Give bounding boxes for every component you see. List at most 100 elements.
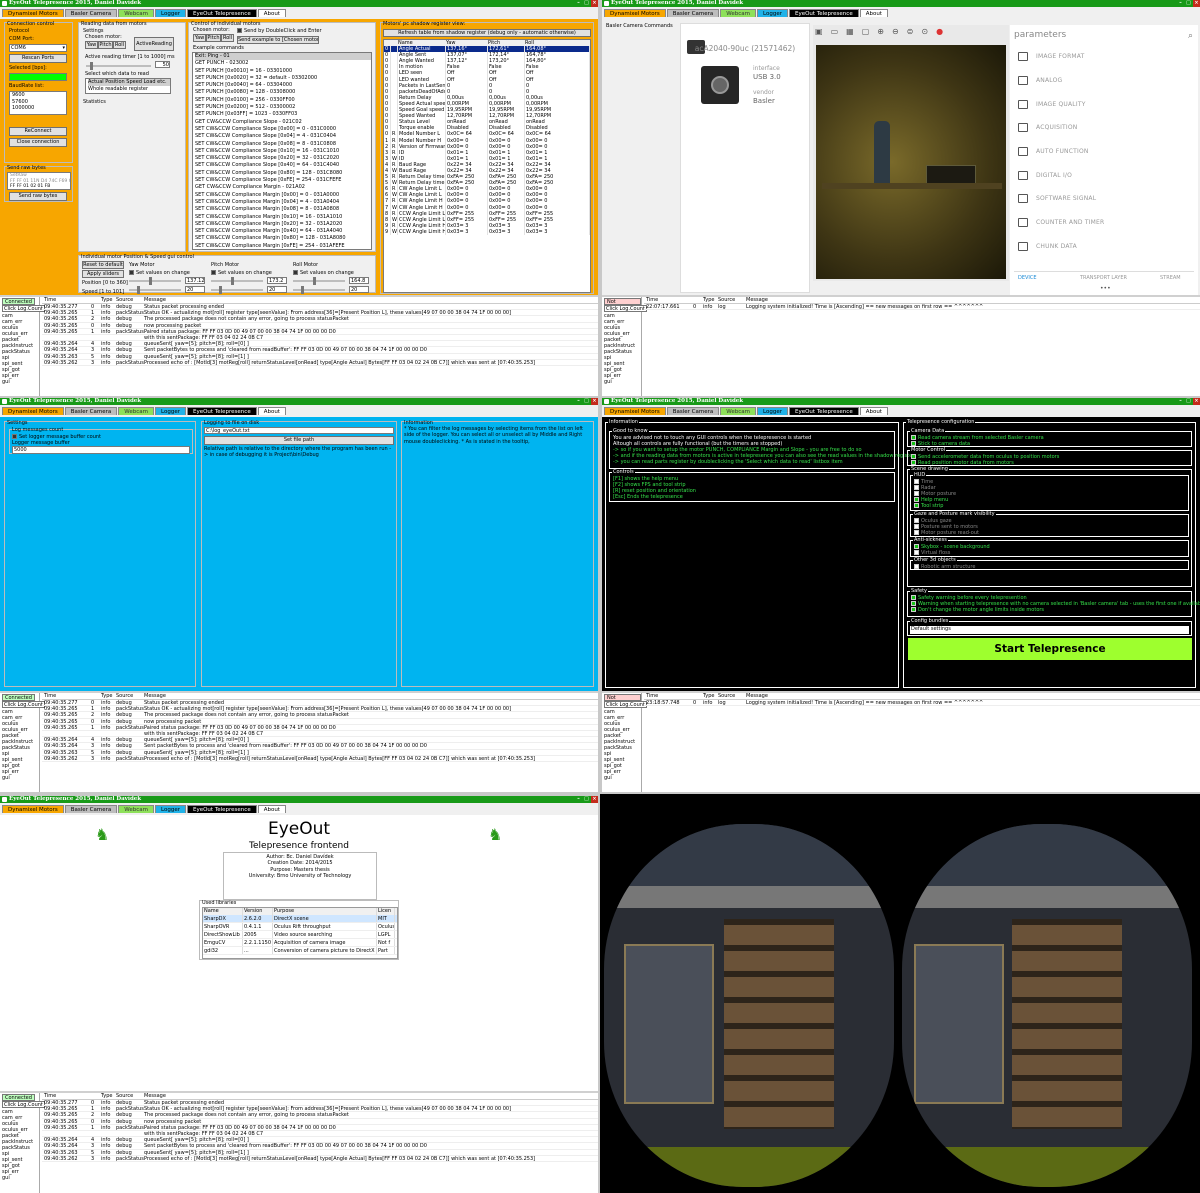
refresh-table-button[interactable]: Refresh table from shadow register (debu… xyxy=(383,29,591,37)
slider-thumb[interactable] xyxy=(219,286,222,294)
tab-eyeout[interactable]: EyeOut Telepresence xyxy=(788,9,859,17)
tab-webcam[interactable]: Webcam xyxy=(118,805,155,813)
maximize-icon[interactable]: □ xyxy=(583,398,590,405)
tab-webcam[interactable]: Webcam xyxy=(118,9,155,17)
list-item[interactable]: SET CW&CCW Compliance Slope [0x80] = 128… xyxy=(195,170,371,177)
speed-slider[interactable] xyxy=(211,286,263,294)
tab-dynamixel[interactable]: Dynamixel Motors xyxy=(2,805,64,813)
tab-dynamixel[interactable]: Dynamixel Motors xyxy=(604,407,666,415)
slider-thumb[interactable] xyxy=(149,277,152,285)
tab-logger[interactable]: Logger xyxy=(757,407,788,415)
tab-basler[interactable]: Basler Camera xyxy=(64,407,118,415)
table-row[interactable]: 9 W CCW Angle Limit H 0x03= 3 0x03= 3 0x03= 3 xyxy=(384,228,590,235)
list-item[interactable]: GET PUNCH - 023002 xyxy=(195,60,371,67)
libraries-table[interactable]: Name Version Purpose Licen SharpDX 2.6.2.0 Dir… xyxy=(202,907,398,959)
click-log-count-button[interactable]: Click Log.Count xyxy=(2,701,45,708)
com-port-select[interactable]: COM6 ▾ xyxy=(9,44,67,52)
tab-logger[interactable]: Logger xyxy=(155,407,186,415)
parameter-item[interactable]: IMAGE FORMAT xyxy=(1014,45,1194,69)
motor-pitch-button[interactable]: Pitch xyxy=(98,41,113,49)
motor-yaw-button[interactable]: Yaw xyxy=(85,41,98,49)
motor-pitch-button[interactable]: Pitch xyxy=(206,34,221,42)
tab-logger[interactable]: Logger xyxy=(155,9,186,17)
zoom-reset-icon[interactable]: ⊙ xyxy=(921,27,928,36)
read-data-list[interactable]: Actual Position Speed Load etc. Whole re… xyxy=(85,78,171,94)
tab-about[interactable]: About xyxy=(859,9,888,17)
table-row[interactable]: SharpDX 2.6.2.0 DirectX scene MIT xyxy=(203,915,397,923)
zoom-fit-icon[interactable]: ⊜ xyxy=(907,27,914,36)
set-file-path-button[interactable]: Set file path xyxy=(204,436,394,445)
checkbox-option[interactable]: Tool strip xyxy=(914,503,956,509)
channel-item[interactable]: gui xyxy=(604,379,635,385)
list-item[interactable]: SET CW&CCW Compliance Margin [0x80] = 12… xyxy=(195,235,371,242)
send-example-button[interactable]: Send example to [Chosen motor] xyxy=(237,36,319,44)
channel-list[interactable]: cam cam_err oculus oculus_err packet packInst… xyxy=(604,313,635,385)
slider-thumb[interactable] xyxy=(137,286,140,294)
rescan-ports-button[interactable]: Rescan Ports xyxy=(9,54,67,63)
minimize-icon[interactable]: – xyxy=(575,796,582,803)
log-table[interactable]: Time Type Source Message 09:40:35.277 0 info de… xyxy=(42,693,598,792)
tab-dynamixel[interactable]: Dynamixel Motors xyxy=(2,407,64,415)
click-log-count-button[interactable]: Click Log.Count xyxy=(604,305,647,312)
channel-list[interactable]: cam cam_err oculus oculus_err packet packInst… xyxy=(2,313,33,385)
set-on-change-checkbox[interactable]: Set values on change xyxy=(211,270,272,276)
zoom-in-icon[interactable]: ⊕ xyxy=(877,27,884,36)
minimize-icon[interactable]: – xyxy=(1177,398,1184,405)
table-row[interactable]: DirectShowLib 2005 Video source searching L… xyxy=(203,931,397,939)
log-row[interactable]: 09:40:35.262 3 info packStatus Processed ech… xyxy=(42,360,598,366)
record-icon[interactable]: ● xyxy=(936,27,943,36)
zoom-out-icon[interactable]: ⊖ xyxy=(892,27,899,36)
list-item[interactable]: Actual Position Speed Load etc. xyxy=(88,79,170,86)
tab-basler[interactable]: Basler Camera xyxy=(64,805,118,813)
tab-device[interactable]: DEVICE xyxy=(1018,275,1037,281)
channel-list[interactable]: cam cam_err oculus oculus_err packet packInst… xyxy=(604,709,635,781)
log-table[interactable]: Time Type Source Message 23:18:57.748 0 info lo… xyxy=(644,693,1200,792)
more-icon[interactable]: ••• xyxy=(1100,285,1111,292)
maximize-icon[interactable]: □ xyxy=(1185,398,1192,405)
reconnect-button[interactable]: ReConnect xyxy=(9,127,67,136)
set-on-change-checkbox[interactable]: Set values on change xyxy=(293,270,354,276)
tab-basler[interactable]: Basler Camera xyxy=(666,9,720,17)
log-row[interactable]: 23:18:57.748 0 info log Logging system initi… xyxy=(644,700,1200,707)
device-card[interactable]: acA2040-90uc (21571462) interface USB 3.… xyxy=(680,23,810,293)
list-item[interactable]: SET CW&CCW Compliance Margin [0x04] = 4 … xyxy=(195,199,371,206)
slider-thumb[interactable] xyxy=(90,62,93,70)
checkbox-option[interactable]: Virtual floss xyxy=(914,550,990,556)
log-row[interactable]: 09:40:35.262 3 info packStatus Processed ech… xyxy=(42,1156,598,1162)
close-icon[interactable]: × xyxy=(591,398,598,405)
parameter-item[interactable]: IMAGE QUALITY xyxy=(1014,92,1194,116)
position-field[interactable]: 173.2 xyxy=(267,277,287,284)
list-item[interactable]: SET CW&CCW Compliance Margin [0x08] = 8 … xyxy=(195,206,371,213)
log-table[interactable]: Time Type Source Message 09:40:35.277 0 info de… xyxy=(42,1093,598,1193)
file-path-input[interactable]: C:\log_eyeOut.txt xyxy=(204,427,394,434)
list-item[interactable]: SET CW&CCW Compliance Margin [0x00] = 0 … xyxy=(195,192,371,199)
start-telepresence-button[interactable]: Start Telepresence xyxy=(908,638,1192,660)
parameter-item[interactable]: SOFTWARE SIGNAL xyxy=(1014,187,1194,211)
channel-item[interactable]: gui xyxy=(2,775,33,781)
grid-icon[interactable]: ▦ xyxy=(846,27,854,36)
close-icon[interactable]: × xyxy=(591,796,598,803)
tab-eyeout[interactable]: EyeOut Telepresence xyxy=(186,805,257,813)
minimize-icon[interactable]: – xyxy=(575,398,582,405)
log-table[interactable]: Time Type Source Message 09:40:35.277 0 info de… xyxy=(42,297,598,396)
channel-item[interactable]: gui xyxy=(2,1175,33,1181)
channel-list[interactable]: cam cam_err oculus oculus_err packet packInst… xyxy=(2,1109,33,1181)
tab-about[interactable]: About xyxy=(859,407,888,415)
slider-thumb[interactable] xyxy=(313,277,316,285)
close-icon[interactable]: × xyxy=(1193,0,1200,7)
set-on-change-checkbox[interactable]: Set values on change xyxy=(129,270,190,276)
apply-sliders-button[interactable]: Apply sliders xyxy=(82,270,124,278)
minimize-icon[interactable]: – xyxy=(575,0,582,7)
position-slider[interactable] xyxy=(129,277,181,285)
tab-dynamixel[interactable]: Dynamixel Motors xyxy=(604,9,666,17)
tab-dynamixel[interactable]: Dynamixel Motors xyxy=(2,9,64,17)
motor-roll-button[interactable]: Roll xyxy=(221,34,234,42)
speed-field[interactable]: 20 xyxy=(185,286,205,293)
position-slider[interactable] xyxy=(293,277,345,285)
commands-list[interactable]: Exit: Ping - 01 GET PUNCH - 023002 SET PUN… xyxy=(192,52,372,250)
raw-bytes-input[interactable]: SetRaw FF FF 01 11N D4 74C F69 C9C FF FF… xyxy=(7,172,71,190)
list-item[interactable]: SET PUNCH [0x03FF] = 1023 - 0330FF03 xyxy=(195,111,371,118)
maximize-icon[interactable]: □ xyxy=(1185,0,1192,7)
speed-slider[interactable] xyxy=(293,286,345,294)
close-icon[interactable]: × xyxy=(591,0,598,7)
